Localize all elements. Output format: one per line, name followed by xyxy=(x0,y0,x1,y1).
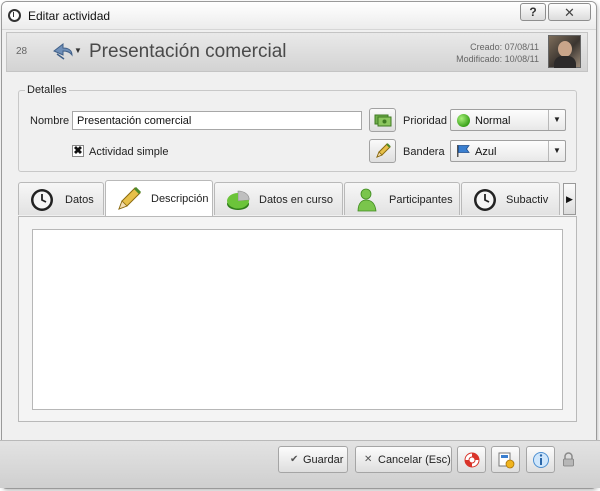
flag-select[interactable]: Azul ▼ xyxy=(450,140,566,162)
person-icon xyxy=(357,188,377,212)
avatar[interactable] xyxy=(548,35,581,68)
lock-icon[interactable] xyxy=(562,452,575,467)
tab-label: Participantes xyxy=(389,194,453,206)
app-icon xyxy=(8,9,21,22)
window-title: Editar actividad xyxy=(28,9,111,23)
tab-subactividades[interactable]: Subactiv xyxy=(461,182,560,215)
flag-label: Bandera xyxy=(403,146,445,158)
info-icon xyxy=(533,452,549,468)
money-icon xyxy=(374,114,391,127)
page-title: Presentación comercial xyxy=(89,41,287,62)
document-export-icon xyxy=(498,452,515,469)
created-date: Creado: 07/08/11 xyxy=(470,42,539,52)
cancel-button[interactable]: ✕ Cancelar (Esc) xyxy=(355,446,452,473)
activity-dates: Creado: 07/08/11 Modificado: 10/08/11 xyxy=(456,41,539,65)
clock-icon xyxy=(31,189,53,211)
flag-icon xyxy=(457,145,470,157)
title-bar[interactable]: Editar actividad ? ✕ xyxy=(2,2,596,30)
lifebuoy-icon xyxy=(464,452,480,468)
pie-chart-icon xyxy=(227,190,250,210)
chevron-down-icon[interactable]: ▼ xyxy=(548,141,565,161)
simple-activity-checkbox[interactable]: ✖ xyxy=(72,145,84,157)
pencil-icon xyxy=(375,143,391,158)
info-button[interactable] xyxy=(526,446,555,473)
name-label: Nombre xyxy=(30,115,70,127)
close-icon: ✕ xyxy=(364,454,373,465)
activity-id: 28 xyxy=(16,46,28,57)
rename-button[interactable] xyxy=(369,108,396,132)
priority-label: Prioridad xyxy=(403,115,448,127)
type-dropdown-chevron-icon[interactable]: ▼ xyxy=(74,46,82,55)
save-button[interactable]: ✔ Guardar xyxy=(278,446,348,473)
close-button[interactable]: ✕ xyxy=(548,3,591,21)
pencil-icon xyxy=(118,186,142,210)
tab-label: Datos en curso xyxy=(259,194,333,206)
priority-dot-icon xyxy=(457,114,470,127)
details-legend: Detalles xyxy=(25,84,69,96)
check-icon: ✔ xyxy=(290,454,299,465)
tab-scroll-right-button[interactable]: ▶ xyxy=(563,183,576,215)
edit-flag-button[interactable] xyxy=(369,139,396,163)
simple-activity-label: Actividad simple xyxy=(89,146,169,158)
flag-value: Azul xyxy=(475,146,497,158)
export-button[interactable] xyxy=(491,446,520,473)
cancel-label: Cancelar (Esc) xyxy=(378,454,451,466)
tab-label: Subactiv xyxy=(506,194,549,206)
tab-label: Descripción xyxy=(151,193,209,205)
tab-datos-en-curso[interactable]: Datos en curso xyxy=(214,182,343,215)
activity-type-icon[interactable] xyxy=(51,41,75,61)
priority-select[interactable]: Normal ▼ xyxy=(450,109,566,131)
chevron-down-icon[interactable]: ▼ xyxy=(548,110,565,130)
tab-descripcion[interactable]: Descripción xyxy=(105,180,213,216)
activity-header: 28 ▼ Presentación comercial Creado: 07/0… xyxy=(6,32,588,72)
save-label: Guardar xyxy=(303,454,344,466)
name-input[interactable] xyxy=(72,111,362,130)
tab-datos[interactable]: Datos xyxy=(18,182,104,215)
tab-participantes[interactable]: Participantes xyxy=(344,182,460,215)
lifebuoy-button[interactable] xyxy=(457,446,486,473)
modified-date: Modificado: 10/08/11 xyxy=(456,54,539,64)
help-button[interactable]: ? xyxy=(520,3,546,21)
priority-value: Normal xyxy=(475,115,511,127)
description-editor[interactable] xyxy=(32,229,563,410)
clock-icon xyxy=(474,189,496,211)
tab-label: Datos xyxy=(65,194,94,206)
